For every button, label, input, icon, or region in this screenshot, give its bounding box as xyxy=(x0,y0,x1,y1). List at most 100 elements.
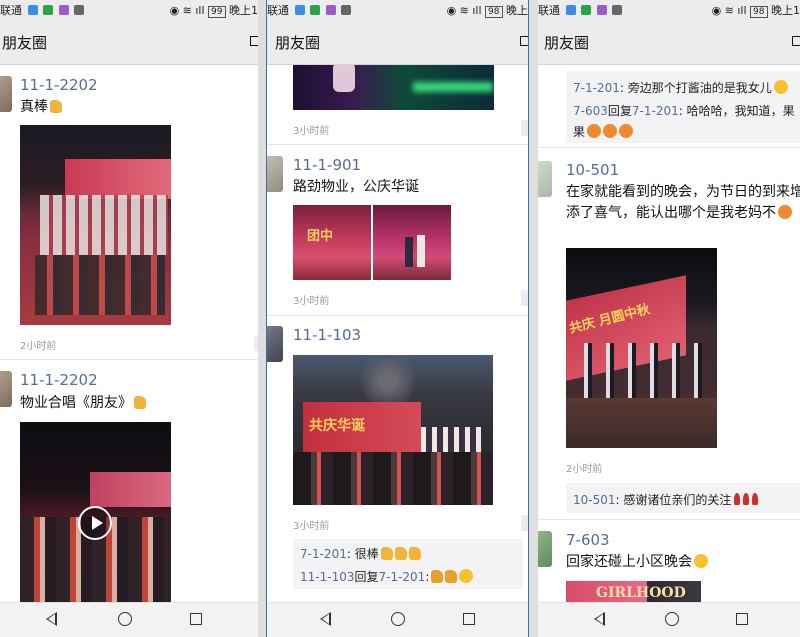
battery-level: 98 xyxy=(750,6,768,18)
post-author[interactable]: 10-501 xyxy=(566,161,619,179)
performer xyxy=(405,237,413,267)
thumbs-up-icon xyxy=(134,396,146,409)
post-photo[interactable] xyxy=(293,65,494,110)
status-left: 联通 xyxy=(267,2,351,18)
comment[interactable]: 7-1-201: 很棒 xyxy=(300,545,421,562)
comment[interactable]: 7-603回复7-1-201: 哈哈哈，我知道，果 xyxy=(573,102,795,119)
comment-author[interactable]: 7-603 xyxy=(573,104,608,118)
comment-text-continued: 果 xyxy=(573,125,586,139)
avatar[interactable] xyxy=(267,326,283,362)
post-text: 真棒 xyxy=(20,97,62,118)
battery-level: 99 xyxy=(208,6,226,18)
post-photo[interactable] xyxy=(20,125,171,325)
banner-text: 共庆华诞 xyxy=(309,418,365,434)
post-time: 3小时前 xyxy=(293,296,330,307)
post-author[interactable]: 11-1-2202 xyxy=(20,371,98,389)
home-icon[interactable] xyxy=(665,612,679,626)
comment-action-button[interactable] xyxy=(521,290,528,306)
stage-light xyxy=(413,82,493,92)
comment-action-button[interactable] xyxy=(521,120,528,136)
stage-backdrop xyxy=(65,159,171,199)
post-author[interactable]: 11-1-901 xyxy=(293,156,361,174)
page-title: 朋友圈 xyxy=(275,34,321,52)
post-text-content: 回家还碰上小区晚会 xyxy=(566,554,692,570)
post-photo[interactable]: 团中 xyxy=(293,205,371,280)
home-icon[interactable] xyxy=(118,612,132,626)
avatar[interactable] xyxy=(0,76,12,112)
reply-word: 回复 xyxy=(607,104,632,118)
page-title: 朋友圈 xyxy=(2,34,48,52)
audience xyxy=(35,255,165,315)
notification-icon xyxy=(612,5,622,15)
panel-gap xyxy=(258,0,266,637)
video-thumbnail[interactable] xyxy=(20,422,171,603)
post-text: 路劲物业，公庆华诞 xyxy=(293,179,419,195)
phone-screen-2: 联通 ◉ ≋ ıll 98 晚上 朋友圈 3小时前 11-1-901 路劲物业，… xyxy=(266,0,529,637)
nav-bar: 朋友圈 xyxy=(267,18,528,65)
moments-feed[interactable]: 11-1-2202 真棒 2小时前 11-1-2202 物业合唱《朋友》 xyxy=(0,65,258,603)
reply-target[interactable]: 7-1-201 xyxy=(378,570,425,584)
post-photo[interactable]: GIRLHOOD xyxy=(566,581,701,603)
avatar[interactable] xyxy=(0,371,12,407)
avatar[interactable] xyxy=(267,156,283,192)
carrier-label: 联通 xyxy=(0,4,22,17)
post-divider xyxy=(267,315,528,316)
post-photo[interactable]: 共庆 月圆中秋 xyxy=(566,248,717,448)
post-author[interactable]: 11-1-2202 xyxy=(20,76,98,94)
comment-text: : 旁边那个打酱油的是我女儿 xyxy=(619,81,772,95)
home-icon[interactable] xyxy=(391,612,405,626)
laughing-icon xyxy=(773,80,788,94)
post-author[interactable]: 7-603 xyxy=(566,531,610,549)
camera-icon[interactable] xyxy=(250,36,258,46)
pray-icon xyxy=(445,570,458,583)
post-author[interactable]: 11-1-103 xyxy=(293,326,361,344)
grin-icon xyxy=(459,569,474,583)
moments-feed[interactable]: 7-1-201: 旁边那个打酱油的是我女儿 7-603回复7-1-201: 哈哈… xyxy=(538,65,800,603)
recent-apps-icon[interactable] xyxy=(190,613,202,625)
back-icon[interactable] xyxy=(320,612,331,626)
comment-author[interactable]: 7-1-201 xyxy=(573,81,620,95)
notification-icon xyxy=(341,5,351,15)
comment[interactable]: 10-501: 感谢诸位亲们的关注 xyxy=(573,491,759,508)
comment-action-button[interactable] xyxy=(521,515,528,531)
performer xyxy=(417,235,425,267)
status-right: ◉ ≋ ıll 99 晚上1 xyxy=(170,2,258,18)
post-photo[interactable]: 共庆华诞 xyxy=(293,355,493,505)
back-icon[interactable] xyxy=(46,612,57,626)
post-time: 3小时前 xyxy=(293,521,330,532)
notification-icon xyxy=(310,5,320,15)
post-text-content: 在家就能看到的晚会，为节日的到来增添了喜气，能认出哪个是我老妈不 xyxy=(566,184,800,221)
notification-icon xyxy=(58,5,69,15)
avatar[interactable] xyxy=(538,531,552,567)
system-nav-bar xyxy=(267,602,528,637)
laughing-icon xyxy=(694,554,708,568)
recent-apps-icon[interactable] xyxy=(736,613,748,625)
post-text: 物业合唱《朋友》 xyxy=(20,393,146,414)
comment-text: : 哈哈哈，我知道，果 xyxy=(678,104,795,118)
dancers xyxy=(576,343,711,403)
comment-box: 7-1-201: 旁边那个打酱油的是我女儿 7-603回复7-1-201: 哈哈… xyxy=(566,71,800,143)
moments-feed[interactable]: 3小时前 11-1-901 路劲物业，公庆华诞 团中 3小时前 11-1-103… xyxy=(267,65,528,603)
comment-text: : xyxy=(425,570,430,584)
recent-apps-icon[interactable] xyxy=(463,613,475,625)
play-icon[interactable] xyxy=(78,506,112,540)
nav-bar: 朋友圈 xyxy=(538,18,800,65)
post-photo[interactable] xyxy=(373,205,451,280)
rose-icon xyxy=(752,493,759,505)
comment[interactable]: 11-1-103回复7-1-201: xyxy=(300,568,474,585)
camera-icon[interactable] xyxy=(792,36,800,46)
star-eyes-icon xyxy=(603,124,618,138)
comment-author[interactable]: 7-1-201 xyxy=(300,547,347,561)
signal-icon: ◉ ≋ ıll xyxy=(446,4,482,17)
status-left: 联通 xyxy=(0,2,84,18)
camera-icon[interactable] xyxy=(520,36,528,46)
comment-author[interactable]: 11-1-103 xyxy=(300,570,354,584)
back-icon[interactable] xyxy=(594,612,605,626)
nav-bar: 朋友圈 xyxy=(0,18,258,65)
reply-target[interactable]: 7-1-201 xyxy=(632,104,679,118)
comment[interactable]: 7-1-201: 旁边那个打酱油的是我女儿 xyxy=(573,79,788,96)
notification-icon xyxy=(596,5,607,15)
avatar[interactable] xyxy=(538,161,552,197)
comment-box: 10-501: 感谢诸位亲们的关注 xyxy=(566,483,800,513)
comment-author[interactable]: 10-501 xyxy=(573,493,616,507)
